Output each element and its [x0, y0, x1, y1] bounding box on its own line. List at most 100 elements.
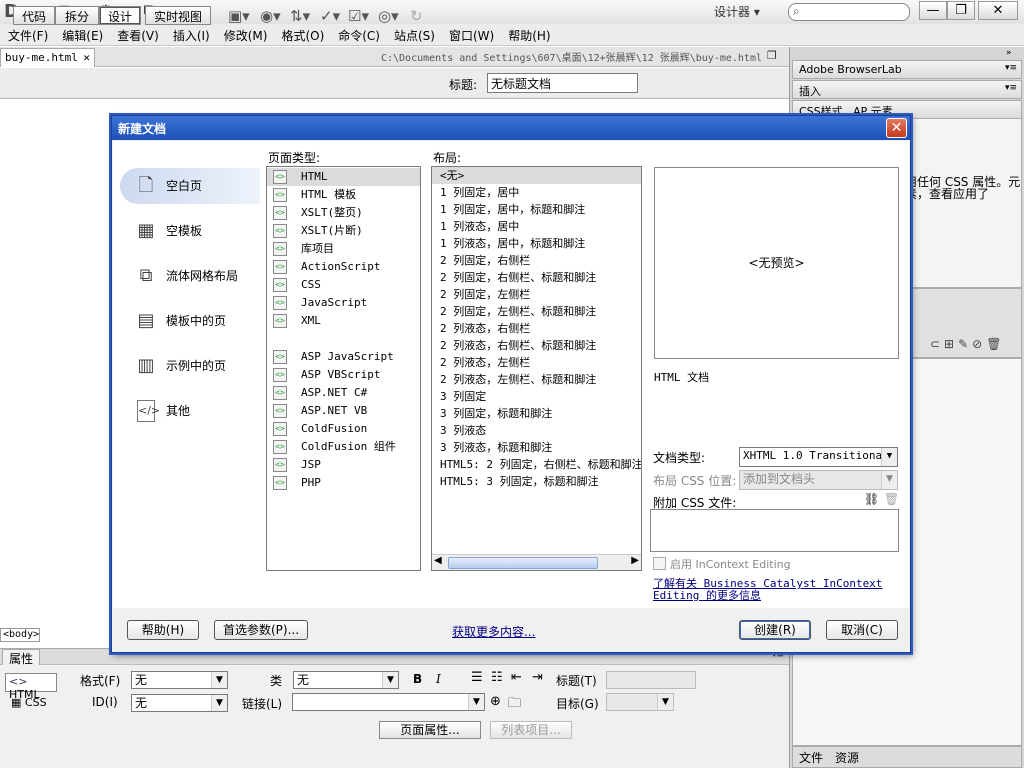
list-item[interactable]: 2 列液态，右侧栏 [432, 320, 641, 337]
html-mode-button[interactable]: <> HTML [5, 673, 57, 701]
unordered-list-icon[interactable]: ☰ [471, 670, 483, 685]
point-to-file-icon[interactable]: ⊕ [490, 694, 501, 709]
css-position-select[interactable]: 添加到文档头 ▼ [739, 470, 898, 490]
list-item[interactable]: <> XML [267, 312, 420, 330]
multiscreen-icon[interactable]: ▣▾ [228, 7, 250, 25]
class-select[interactable]: 无 ▼ [293, 671, 399, 689]
cancel-button[interactable]: 取消(C) [826, 620, 898, 640]
category-page-from-template[interactable]: ▤ 模板中的页 [120, 303, 260, 339]
list-item[interactable]: 2 列液态，右侧栏、标题和脚注 [432, 337, 641, 354]
list-item[interactable]: <> ASP.NET C# [267, 384, 420, 402]
document-tab[interactable]: buy-me.html ✕ [0, 48, 95, 67]
refresh-icon[interactable]: ↻ [410, 7, 423, 25]
scrollbar-thumb[interactable] [448, 557, 598, 569]
menu-format[interactable]: 格式(O) [279, 24, 330, 45]
dialog-close-button[interactable]: ✕ [886, 118, 907, 138]
scroll-right-icon[interactable]: ▶ [631, 555, 639, 566]
trash-icon[interactable]: 🗑 [884, 492, 899, 506]
list-item[interactable]: <> 库项目 [267, 240, 420, 258]
list-item[interactable]: <> ASP VBScript [267, 366, 420, 384]
restore-document-icon[interactable]: ❐ [767, 49, 777, 62]
category-fluid-grid[interactable]: ⧉ 流体网格布局 [120, 258, 260, 294]
menu-insert[interactable]: 插入(I) [171, 24, 216, 45]
close-tab-icon[interactable]: ✕ [83, 51, 90, 64]
incontext-checkbox[interactable]: 启用 InContext Editing [653, 556, 791, 572]
validate-icon[interactable]: ✓▾ [320, 7, 340, 25]
workspace-switcher[interactable]: 设计器 ▾ [714, 3, 760, 20]
list-item[interactable]: <> HTML 模板 [267, 186, 420, 204]
outdent-icon[interactable]: ⇤ [511, 670, 522, 685]
category-blank-page[interactable]: 🗋 空白页 [120, 168, 260, 204]
css-files-list[interactable] [650, 509, 899, 552]
page-properties-button[interactable]: 页面属性... [379, 721, 481, 739]
id-select[interactable]: 无 ▼ [131, 694, 228, 712]
design-view-button[interactable]: 设计 [99, 6, 141, 25]
list-item[interactable]: 2 列固定，左侧栏 [432, 286, 641, 303]
preferences-button[interactable]: 首选参数(P)... [214, 620, 308, 640]
list-item[interactable]: <> ColdFusion [267, 420, 420, 438]
menu-commands[interactable]: 命令(C) [336, 24, 386, 45]
code-view-button[interactable]: 代码 [13, 6, 55, 25]
layout-horizontal-scrollbar[interactable]: ◀ ▶ [432, 554, 641, 570]
live-view-button[interactable]: 实时视图 [145, 6, 211, 25]
list-items-button[interactable]: 列表项目... [490, 721, 572, 739]
learn-more-link[interactable]: 了解有关 Business Catalyst InContext Editing… [653, 578, 888, 602]
list-item[interactable]: <> ASP JavaScript [267, 348, 420, 366]
check-browser-icon[interactable]: ☑▾ [348, 7, 369, 25]
link-css-icon[interactable]: ⛓ [864, 492, 879, 506]
category-page-from-sample[interactable]: ▥ 示例中的页 [120, 348, 260, 384]
menu-edit[interactable]: 编辑(E) [60, 24, 109, 45]
list-item[interactable]: <> CSS [267, 276, 420, 294]
assets-tab[interactable]: 资源 [835, 749, 859, 766]
visual-aids-icon[interactable]: ◎▾ [378, 7, 399, 25]
list-item[interactable]: <> JSP [267, 456, 420, 474]
list-item[interactable]: 3 列固定 [432, 388, 641, 405]
list-item[interactable]: 2 列液态，左侧栏、标题和脚注 [432, 371, 641, 388]
bold-button[interactable]: B [413, 672, 422, 686]
list-item[interactable]: 2 列固定，右侧栏、标题和脚注 [432, 269, 641, 286]
list-item[interactable]: <> HTML [267, 168, 420, 186]
menu-window[interactable]: 窗口(W) [447, 24, 500, 45]
list-item[interactable]: HTML5: 3 列固定，标题和脚注 [432, 473, 641, 490]
get-more-content-link[interactable]: 获取更多内容... [452, 623, 535, 640]
menu-help[interactable]: 帮助(H) [506, 24, 556, 45]
menu-site[interactable]: 站点(S) [392, 24, 441, 45]
close-window-button[interactable]: ✕ [978, 1, 1018, 20]
list-item[interactable]: HTML5: 2 列固定，右侧栏、标题和脚注 [432, 456, 641, 473]
list-item[interactable]: <> XSLT(整页) [267, 204, 420, 222]
list-item[interactable]: 2 列固定，左侧栏、标题和脚注 [432, 303, 641, 320]
title-field-input[interactable] [606, 671, 696, 689]
list-item[interactable]: <> PHP [267, 474, 420, 492]
browse-folder-icon[interactable]: 🗀 [508, 694, 521, 716]
list-item[interactable]: <> ColdFusion 组件 [267, 438, 420, 456]
italic-button[interactable]: I [436, 672, 441, 686]
menu-file[interactable]: 文件(F) [6, 24, 54, 45]
split-view-button[interactable]: 拆分 [55, 6, 99, 25]
list-item[interactable]: <> JavaScript [267, 294, 420, 312]
list-item[interactable]: 1 列液态，居中 [432, 218, 641, 235]
list-item[interactable]: <> ActionScript [267, 258, 420, 276]
insert-panel-header[interactable]: 插入 ▾≡ [792, 80, 1022, 99]
list-item[interactable]: 1 列液态，居中，标题和脚注 [432, 235, 641, 252]
scroll-left-icon[interactable]: ◀ [434, 555, 442, 566]
minimize-button[interactable]: — [919, 1, 947, 20]
ordered-list-icon[interactable]: ☷ [491, 670, 503, 685]
menu-view[interactable]: 查看(V) [115, 24, 165, 45]
indent-icon[interactable]: ⇥ [532, 670, 543, 685]
list-item[interactable]: 2 列固定，右侧栏 [432, 252, 641, 269]
panel-menu-icon[interactable]: ▾≡ [1005, 83, 1017, 93]
file-management-icon[interactable]: ⇅▾ [290, 7, 310, 25]
restore-button[interactable]: ❐ [947, 1, 975, 20]
target-select[interactable]: ▼ [606, 693, 674, 711]
collapse-panels-icon[interactable]: » [1006, 48, 1012, 58]
category-other[interactable]: </> 其他 [120, 393, 260, 429]
category-blank-template[interactable]: ▦ 空模板 [120, 213, 260, 249]
list-item[interactable]: 1 列固定，居中，标题和脚注 [432, 201, 641, 218]
browserlab-panel-header[interactable]: Adobe BrowserLab ▾≡ [792, 60, 1022, 79]
tag-selector[interactable]: <body> [0, 628, 40, 642]
list-item[interactable]: 3 列固定，标题和脚注 [432, 405, 641, 422]
list-item[interactable]: 3 列液态 [432, 422, 641, 439]
files-tab[interactable]: 文件 [799, 749, 823, 766]
panel-menu-icon[interactable]: ▾≡ [1005, 63, 1017, 73]
preview-browser-icon[interactable]: ◉▾ [260, 7, 281, 25]
